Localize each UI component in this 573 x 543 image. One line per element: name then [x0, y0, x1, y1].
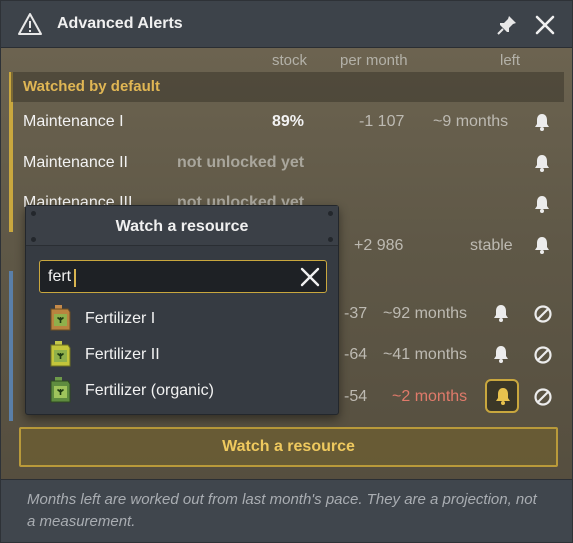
search-box	[39, 260, 327, 293]
resource-option-label: Fertilizer (organic)	[85, 382, 214, 399]
title-bar: Advanced Alerts	[1, 1, 572, 48]
resource-option-label: Fertilizer I	[85, 310, 156, 327]
popup-title: Watch a resource	[115, 218, 249, 235]
rivet	[328, 237, 333, 242]
close-icon[interactable]	[532, 12, 558, 38]
row-per-month: -54	[344, 388, 368, 405]
row-label: Maintenance I	[23, 113, 124, 130]
section-title: Watched by default	[23, 78, 160, 95]
row-label: Maintenance II	[23, 154, 128, 171]
pin-icon[interactable]	[495, 13, 519, 37]
row-left: ~92 months	[383, 305, 468, 322]
bell-active-button[interactable]	[485, 379, 519, 413]
section-accent-bar	[9, 271, 13, 421]
row-per-month: +2 986	[354, 237, 404, 254]
column-header-left: left	[500, 52, 521, 69]
fertilizer-canister-icon	[48, 340, 74, 368]
bell-icon	[493, 386, 513, 406]
column-header-per-month: per month	[340, 52, 408, 69]
resource-option[interactable]: Fertilizer II	[48, 340, 328, 370]
fertilizer-canister-icon	[48, 304, 74, 332]
column-header-stock: stock	[272, 52, 308, 69]
window-title: Advanced Alerts	[57, 15, 183, 32]
bell-icon[interactable]	[532, 112, 552, 132]
row-left: ~41 months	[383, 346, 468, 363]
rivet	[31, 211, 36, 216]
bell-icon[interactable]	[491, 303, 511, 323]
row-stock: 89%	[272, 113, 305, 130]
watch-resource-button[interactable]: Watch a resource	[19, 427, 558, 467]
rivet	[31, 237, 36, 242]
bell-icon[interactable]	[532, 153, 552, 173]
bell-icon[interactable]	[532, 235, 552, 255]
footer-note: Months left are worked out from last mon…	[27, 491, 537, 530]
resource-option[interactable]: Fertilizer I	[48, 304, 328, 334]
rivet	[328, 211, 333, 216]
text-caret	[74, 269, 76, 287]
section-header: Watched by default	[11, 72, 564, 102]
ban-icon[interactable]	[533, 387, 553, 407]
row-per-month: -37	[344, 305, 368, 322]
clear-icon[interactable]	[299, 266, 321, 288]
ban-icon[interactable]	[533, 304, 553, 324]
search-input[interactable]	[48, 265, 288, 289]
fertilizer-organic-canister-icon	[48, 376, 74, 404]
watch-resource-popup: Watch a resource Fertilizer I	[25, 205, 339, 415]
row-per-month: -1 107	[359, 113, 405, 130]
advanced-alerts-window: Advanced Alerts stock per month left Wat…	[0, 0, 573, 543]
bell-icon[interactable]	[491, 344, 511, 364]
popup-title-bar: Watch a resource	[26, 206, 338, 246]
ban-icon[interactable]	[533, 345, 553, 365]
row-left: ~2 months	[392, 388, 468, 405]
resource-option-label: Fertilizer II	[85, 346, 160, 363]
row-per-month: -64	[344, 346, 368, 363]
bell-icon[interactable]	[532, 194, 552, 214]
footer: Months left are worked out from last mon…	[1, 479, 572, 542]
warning-triangle-icon	[17, 12, 43, 41]
row-left: stable	[470, 237, 513, 254]
resource-option[interactable]: Fertilizer (organic)	[48, 376, 328, 406]
row-status: not unlocked yet	[177, 154, 305, 171]
row-left: ~9 months	[433, 113, 509, 130]
